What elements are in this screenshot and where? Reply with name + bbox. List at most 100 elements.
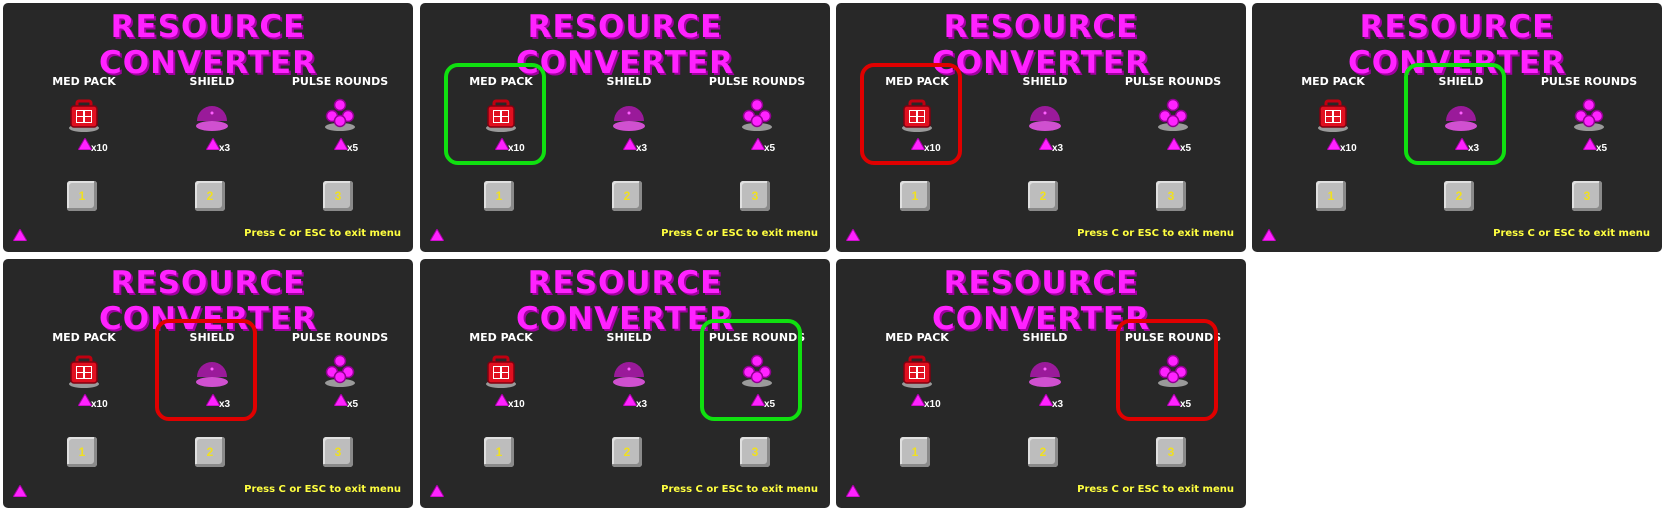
- pulse-rounds-icon: [322, 97, 358, 133]
- resource-triangle-icon: [206, 138, 220, 150]
- exit-hint: Press C or ESC to exit menu: [661, 484, 818, 495]
- hotkey-3-button[interactable]: 3: [1156, 181, 1186, 211]
- item-med-pack[interactable]: MED PACK x10 1: [20, 55, 148, 255]
- cost-amount: x3: [1052, 143, 1064, 154]
- exit-hint: Press C or ESC to exit menu: [1077, 228, 1234, 239]
- item-label: SHIELD: [1022, 331, 1068, 344]
- hotkey-1-button[interactable]: 1: [484, 181, 514, 211]
- resource-triangle-icon: [623, 394, 637, 406]
- item-cost: x5: [1167, 138, 1217, 156]
- med-pack-icon: [899, 353, 935, 389]
- item-cost: x3: [1039, 394, 1089, 412]
- item-med-pack[interactable]: MED PACK x10 1: [853, 311, 981, 511]
- selection-highlight: [444, 63, 546, 165]
- hotkey-1-button[interactable]: 1: [67, 181, 97, 211]
- converter-panel: RESOURCE CONVERTER MED PACK x10 1 SHIELD x3 2 P…: [420, 259, 830, 508]
- hotkey-2-button[interactable]: 2: [1028, 181, 1058, 211]
- item-shield[interactable]: SHIELD x3 2: [148, 55, 276, 255]
- item-pulse-rounds[interactable]: PULSE ROUNDS x5 3: [1525, 55, 1653, 255]
- hotkey-1-button[interactable]: 1: [67, 437, 97, 467]
- hotkey-1-button[interactable]: 1: [1316, 181, 1346, 211]
- item-shield[interactable]: SHIELD x3 2: [981, 311, 1109, 511]
- hotkey-1-button[interactable]: 1: [900, 181, 930, 211]
- cost-amount: x3: [219, 143, 231, 154]
- cost-amount: x3: [636, 399, 648, 410]
- resource-triangle-icon: [1327, 138, 1341, 150]
- item-pulse-rounds[interactable]: PULSE ROUNDS x5 3: [1109, 55, 1237, 255]
- med-pack-icon: [66, 97, 102, 133]
- item-cost: x5: [751, 138, 801, 156]
- item-shield[interactable]: SHIELD x3 2: [981, 55, 1109, 255]
- converter-panel: RESOURCE CONVERTER MED PACK x10 1 SHIELD x3 2 P…: [3, 259, 413, 508]
- hotkey-3-button[interactable]: 3: [1572, 181, 1602, 211]
- med-pack-icon: [483, 353, 519, 389]
- item-label: SHIELD: [1022, 75, 1068, 88]
- cost-amount: x3: [636, 143, 648, 154]
- hotkey-2-button[interactable]: 2: [1444, 181, 1474, 211]
- hotkey-1-button[interactable]: 1: [900, 437, 930, 467]
- exit-hint: Press C or ESC to exit menu: [661, 228, 818, 239]
- item-shield[interactable]: SHIELD x3 2: [565, 311, 693, 511]
- item-cost: x5: [334, 394, 384, 412]
- resource-triangle-icon: [334, 394, 348, 406]
- cost-amount: x5: [1180, 143, 1192, 154]
- pulse-rounds-icon: [322, 353, 358, 389]
- hotkey-3-button[interactable]: 3: [1156, 437, 1186, 467]
- item-cost: x3: [1039, 138, 1089, 156]
- converter-panel: RESOURCE CONVERTER MED PACK x10 1 SHIELD x3 2 P…: [836, 3, 1246, 252]
- med-pack-icon: [66, 353, 102, 389]
- shield-icon: [611, 353, 647, 389]
- pulse-rounds-icon: [739, 97, 775, 133]
- item-label: MED PACK: [52, 75, 116, 88]
- item-label: MED PACK: [52, 331, 116, 344]
- converter-panel: RESOURCE CONVERTER MED PACK x10 1 SHIELD x3 2 P…: [420, 3, 830, 252]
- resource-triangle-icon: [623, 138, 637, 150]
- converter-panel: RESOURCE CONVERTER MED PACK x10 1 SHIELD x3 2 P…: [3, 3, 413, 252]
- hotkey-2-button[interactable]: 2: [612, 181, 642, 211]
- item-label: MED PACK: [1301, 75, 1365, 88]
- hotkey-3-button[interactable]: 3: [323, 181, 353, 211]
- item-med-pack[interactable]: MED PACK x10 1: [20, 311, 148, 511]
- pulse-rounds-icon: [1155, 97, 1191, 133]
- cost-amount: x5: [347, 143, 359, 154]
- hotkey-1-button[interactable]: 1: [484, 437, 514, 467]
- cost-amount: x10: [91, 399, 108, 410]
- resource-triangle-icon: [751, 138, 765, 150]
- selection-highlight: [1404, 63, 1506, 165]
- resource-triangle-icon: [1583, 138, 1597, 150]
- converter-panel: RESOURCE CONVERTER MED PACK x10 1 SHIELD x3 2 P…: [1252, 3, 1662, 252]
- item-shield[interactable]: SHIELD x3 2: [565, 55, 693, 255]
- hotkey-2-button[interactable]: 2: [1028, 437, 1058, 467]
- resource-triangle-icon: [495, 394, 509, 406]
- resource-triangle-icon: [78, 394, 92, 406]
- resource-triangle-icon: [12, 228, 28, 246]
- selection-highlight: [700, 319, 802, 421]
- cost-amount: x3: [1052, 399, 1064, 410]
- item-cost: x3: [623, 394, 673, 412]
- resource-triangle-icon: [845, 484, 861, 502]
- item-pulse-rounds[interactable]: PULSE ROUNDS x5 3: [276, 55, 404, 255]
- hotkey-3-button[interactable]: 3: [740, 437, 770, 467]
- shield-icon: [611, 97, 647, 133]
- item-med-pack[interactable]: MED PACK x10 1: [1269, 55, 1397, 255]
- hotkey-2-button[interactable]: 2: [195, 181, 225, 211]
- cost-amount: x5: [764, 143, 776, 154]
- resource-triangle-icon: [1261, 228, 1277, 246]
- item-pulse-rounds[interactable]: PULSE ROUNDS x5 3: [276, 311, 404, 511]
- resource-triangle-icon: [12, 484, 28, 502]
- hotkey-3-button[interactable]: 3: [740, 181, 770, 211]
- item-med-pack[interactable]: MED PACK x10 1: [437, 311, 565, 511]
- cost-amount: x10: [1340, 143, 1357, 154]
- hotkey-3-button[interactable]: 3: [323, 437, 353, 467]
- selection-highlight: [155, 319, 257, 421]
- cost-amount: x5: [1596, 143, 1608, 154]
- item-pulse-rounds[interactable]: PULSE ROUNDS x5 3: [693, 55, 821, 255]
- item-cost: x10: [1327, 138, 1377, 156]
- hotkey-2-button[interactable]: 2: [195, 437, 225, 467]
- exit-hint: Press C or ESC to exit menu: [1493, 228, 1650, 239]
- item-label: SHIELD: [606, 75, 652, 88]
- resource-triangle-icon: [911, 394, 925, 406]
- exit-hint: Press C or ESC to exit menu: [244, 228, 401, 239]
- hotkey-2-button[interactable]: 2: [612, 437, 642, 467]
- item-label: PULSE ROUNDS: [1124, 75, 1222, 88]
